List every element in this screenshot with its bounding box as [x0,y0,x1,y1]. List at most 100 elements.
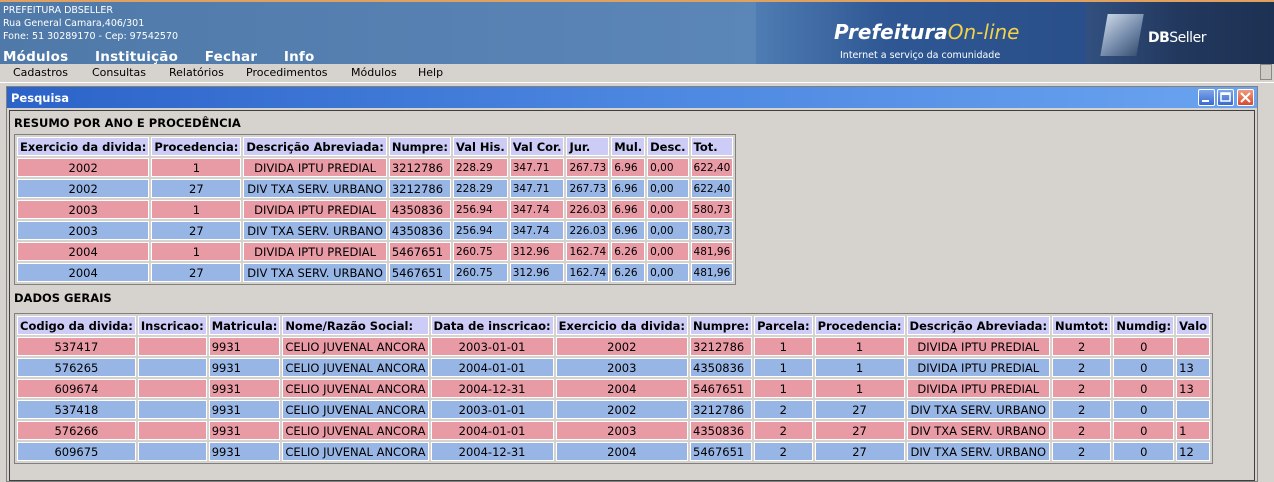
col-procedencia[interactable]: Procedencia: [151,137,242,156]
cell-jur: 267.73 [566,158,610,177]
col-val-his[interactable]: Val His. [452,137,508,156]
menu-help[interactable]: Help [418,66,443,79]
table-row[interactable]: 2002 1 DIVIDA IPTU PREDIAL 3212786 228.29 347… [17,158,734,177]
col-data-inscricao[interactable]: Data de inscricao: [430,316,554,335]
table-row[interactable]: 2003 27 DIV TXA SERV. URBANO 4350836 256.94 3… [17,221,734,240]
portal-header: PREFEITURA DBSELLER Rua General Camara,4… [0,0,1274,64]
col-jur[interactable]: Jur. [566,137,610,156]
top-menu-info[interactable]: Info [284,49,315,64]
col-tot[interactable]: Tot. [690,137,734,156]
cell-valor [1176,337,1211,356]
col-numpre[interactable]: Numpre: [690,316,753,335]
cell-procedencia: 1 [151,242,242,261]
cell-numtot: 2 [1052,442,1112,461]
close-button[interactable] [1237,89,1254,106]
col-procedencia[interactable]: Procedencia: [814,316,905,335]
cell-exercicio: 2003 [555,358,688,377]
cell-parcela: 2 [754,442,813,461]
dados-table-viewport[interactable]: Codigo da divida: Inscricao: Matricula: … [14,313,1254,473]
cell-jur: 162.74 [566,242,610,261]
cell-descricao: DIV TXA SERV. URBANO [906,400,1051,419]
cell-codigo: 576266 [17,421,136,440]
cell-numtot: 2 [1052,400,1112,419]
top-menu-modulos[interactable]: Módulos [3,49,68,64]
cell-data-inscricao: 2004-01-01 [430,358,554,377]
minimize-button[interactable] [1198,89,1215,106]
table-row[interactable]: 2004 27 DIV TXA SERV. URBANO 5467651 260.75 3… [17,263,734,282]
col-val-cor[interactable]: Val Cor. [509,137,565,156]
col-descricao[interactable]: Descrição Abreviada: [906,316,1051,335]
top-menu-instituicao[interactable]: Instituição [95,49,178,64]
menu-cadastros[interactable]: Cadastros [13,66,68,79]
cell-parcela: 2 [754,400,813,419]
table-row[interactable]: 609675 9931 CELIO JUVENAL ANCORA 2004-12-31… [17,442,1211,461]
cell-parcela: 1 [754,358,813,377]
cell-descricao: DIV TXA SERV. URBANO [243,263,387,282]
window-titlebar[interactable]: Pesquisa [7,87,1257,108]
cell-matricula: 9931 [208,379,281,398]
cell-numpre: 3212786 [690,400,753,419]
cell-mul: 6.26 [611,242,646,261]
menu-procedimentos[interactable]: Procedimentos [246,66,328,79]
table-row[interactable]: 537418 9931 CELIO JUVENAL ANCORA 2003-01-01… [17,400,1211,419]
cell-val-cor: 347.74 [509,200,565,219]
cell-procedencia: 1 [814,337,905,356]
table-row[interactable]: 609674 9931 CELIO JUVENAL ANCORA 2004-12-31… [17,379,1211,398]
col-inscricao[interactable]: Inscricao: [137,316,207,335]
menu-consultas[interactable]: Consultas [92,66,146,79]
cell-desc: 0,00 [647,179,689,198]
col-exercicio[interactable]: Exercicio da divida: [17,137,150,156]
cell-codigo: 609674 [17,379,136,398]
table-row[interactable]: 537417 9931 CELIO JUVENAL ANCORA 2003-01-01… [17,337,1211,356]
table-row[interactable]: 2003 1 DIVIDA IPTU PREDIAL 4350836 256.94 347… [17,200,734,219]
pref-slogan: Internet a serviço da comunidade [840,50,1001,61]
cell-numdig: 0 [1113,421,1175,440]
menu-modulos[interactable]: Módulos [351,66,397,79]
cell-val-his: 256.94 [452,200,508,219]
col-numdig[interactable]: Numdig: [1113,316,1175,335]
cell-numdig: 0 [1113,400,1175,419]
cell-exercicio: 2002 [17,158,150,177]
col-codigo[interactable]: Codigo da divida: [17,316,136,335]
col-nome[interactable]: Nome/Razão Social: [282,316,429,335]
table-row[interactable]: 576266 9931 CELIO JUVENAL ANCORA 2004-01-01… [17,421,1211,440]
cell-numpre: 4350836 [690,358,753,377]
cell-procedencia: 27 [814,400,905,419]
col-matricula[interactable]: Matricula: [208,316,281,335]
cell-numpre: 4350836 [690,421,753,440]
cell-numtot: 2 [1052,421,1112,440]
cell-exercicio: 2004 [17,263,150,282]
cell-codigo: 609675 [17,442,136,461]
pref-logo-main: Prefeitura [834,20,948,44]
section-resumo-title: RESUMO POR ANO E PROCEDÊNCIA [14,116,241,130]
pesquisa-window: Pesquisa RESUMO POR ANO E PROCEDÊNCIA Ex… [6,86,1258,482]
cell-descricao: DIVIDA IPTU PREDIAL [243,158,387,177]
table-row[interactable]: 2004 1 DIVIDA IPTU PREDIAL 5467651 260.75 312… [17,242,734,261]
dados-table: Codigo da divida: Inscricao: Matricula: … [14,313,1214,464]
dados-header-row: Codigo da divida: Inscricao: Matricula: … [17,316,1211,335]
dbseller-logo-icon [1100,14,1144,56]
cell-data-inscricao: 2003-01-01 [430,337,554,356]
col-valor[interactable]: Valo [1176,316,1211,335]
col-descricao[interactable]: Descrição Abreviada: [243,137,387,156]
maximize-button[interactable] [1217,89,1234,106]
col-mul[interactable]: Mul. [611,137,646,156]
menu-relatorios[interactable]: Relatórios [169,66,224,79]
cell-desc: 0,00 [647,263,689,282]
window-title: Pesquisa [11,91,70,105]
top-menu-fechar[interactable]: Fechar [205,49,257,64]
col-numpre[interactable]: Numpre: [388,137,451,156]
cell-matricula: 9931 [208,400,281,419]
col-exercicio[interactable]: Exercicio da divida: [555,316,688,335]
col-parcela[interactable]: Parcela: [754,316,813,335]
col-numtot[interactable]: Numtot: [1052,316,1112,335]
cell-descricao: DIV TXA SERV. URBANO [243,221,387,240]
table-row[interactable]: 2002 27 DIV TXA SERV. URBANO 3212786 228.29 3… [17,179,734,198]
resumo-header-row: Exercicio da divida: Procedencia: Descri… [17,137,734,156]
col-desc[interactable]: Desc. [647,137,689,156]
cell-valor [1176,400,1211,419]
scrollbar[interactable] [1260,64,1272,80]
table-row[interactable]: 576265 9931 CELIO JUVENAL ANCORA 2004-01-01… [17,358,1211,377]
cell-desc: 0,00 [647,200,689,219]
org-address: Rua General Camara,406/301 [3,18,145,29]
